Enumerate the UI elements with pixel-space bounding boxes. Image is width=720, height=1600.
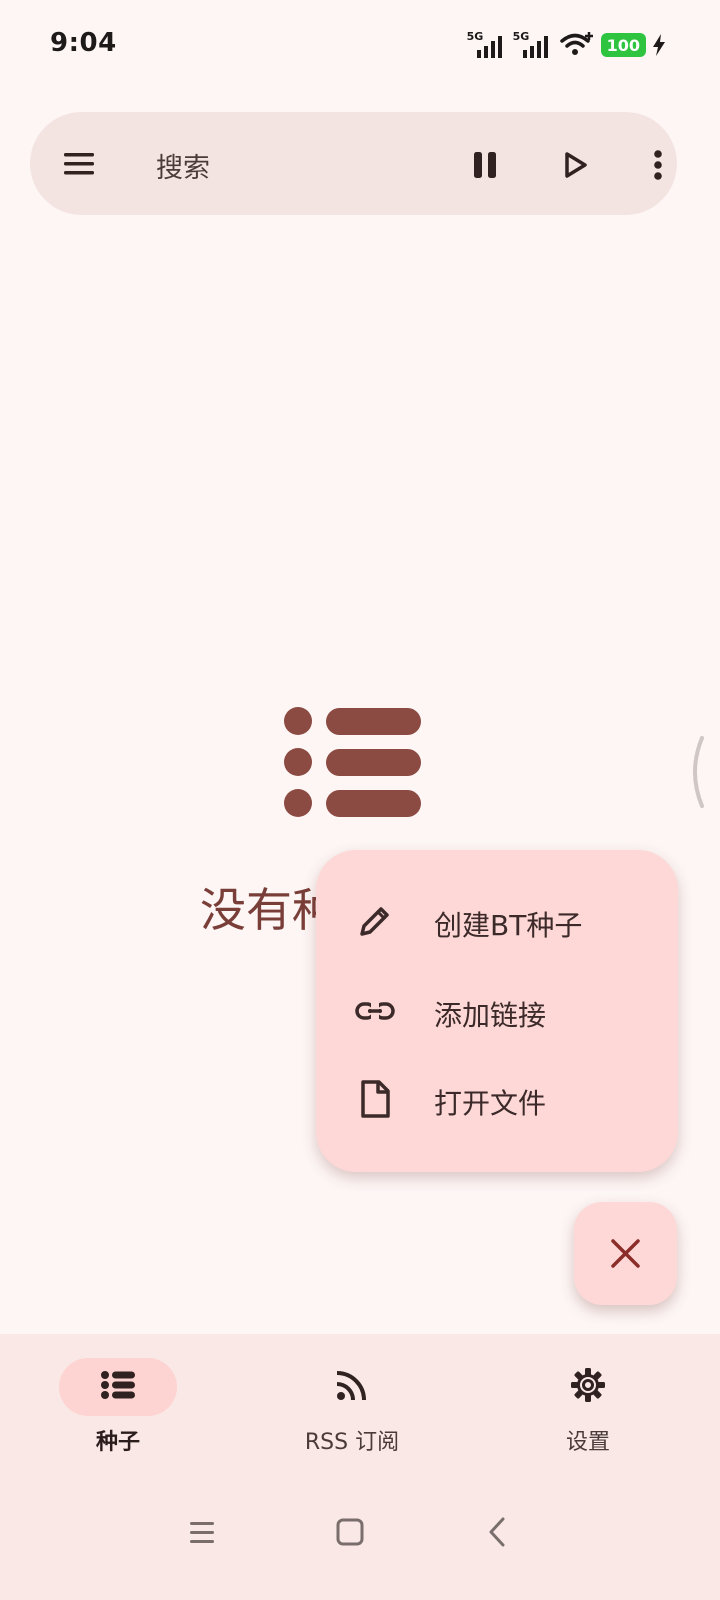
rss-icon xyxy=(336,1371,366,1401)
add-link-button[interactable]: 添加链接 xyxy=(316,966,678,1054)
home-icon[interactable] xyxy=(328,1510,372,1554)
screen: 9:04 5G 5G 100 搜索 没有种子 创建BT种子 添加链接 打开文件 … xyxy=(0,0,720,1600)
cellular-signal-icon: 5G xyxy=(467,30,507,60)
search-bar[interactable]: 搜索 xyxy=(30,112,677,215)
edge-swipe-handle[interactable] xyxy=(684,736,708,808)
fab-menu: 创建BT种子 添加链接 打开文件 xyxy=(316,850,678,1172)
gear-icon xyxy=(571,1368,605,1402)
play-icon[interactable] xyxy=(554,144,596,186)
file-icon xyxy=(361,1080,390,1118)
fab-close-button[interactable] xyxy=(574,1202,677,1305)
menu-icon[interactable] xyxy=(58,143,100,185)
charging-icon xyxy=(653,34,665,56)
system-navigation-bar xyxy=(0,1474,720,1600)
back-icon[interactable] xyxy=(476,1510,520,1554)
pause-icon[interactable] xyxy=(464,144,506,186)
search-placeholder[interactable]: 搜索 xyxy=(156,146,210,185)
battery-indicator: 100 xyxy=(600,33,646,57)
list-icon xyxy=(284,707,421,817)
create-torrent-label: 创建BT种子 xyxy=(434,909,583,942)
status-icons: 5G 5G 100 xyxy=(467,30,666,60)
more-vert-icon[interactable] xyxy=(637,144,679,186)
bottom-navigation: 种子 RSS 订阅 设置 xyxy=(0,1334,720,1474)
list-icon xyxy=(101,1371,135,1399)
create-torrent-button[interactable]: 创建BT种子 xyxy=(316,876,678,964)
link-icon xyxy=(355,1002,395,1020)
wifi-icon xyxy=(559,32,593,55)
status-time: 9:04 xyxy=(50,28,117,58)
nav-label-settings: 设置 xyxy=(565,1430,610,1455)
recents-icon[interactable] xyxy=(180,1510,224,1554)
open-file-label: 打开文件 xyxy=(434,1087,547,1120)
add-link-label: 添加链接 xyxy=(434,999,547,1032)
status-bar: 9:04 5G 5G 100 xyxy=(0,0,720,90)
cellular-signal-icon: 5G xyxy=(513,30,553,60)
pencil-icon xyxy=(360,907,389,936)
nav-label-rss: RSS 订阅 xyxy=(304,1430,400,1455)
nav-item-torrents[interactable]: 种子 xyxy=(18,1354,218,1464)
close-icon xyxy=(611,1239,640,1268)
nav-item-rss[interactable]: RSS 订阅 xyxy=(252,1354,452,1464)
nav-item-settings[interactable]: 设置 xyxy=(488,1354,688,1464)
open-file-button[interactable]: 打开文件 xyxy=(316,1054,678,1142)
nav-label-torrents: 种子 xyxy=(95,1430,140,1455)
